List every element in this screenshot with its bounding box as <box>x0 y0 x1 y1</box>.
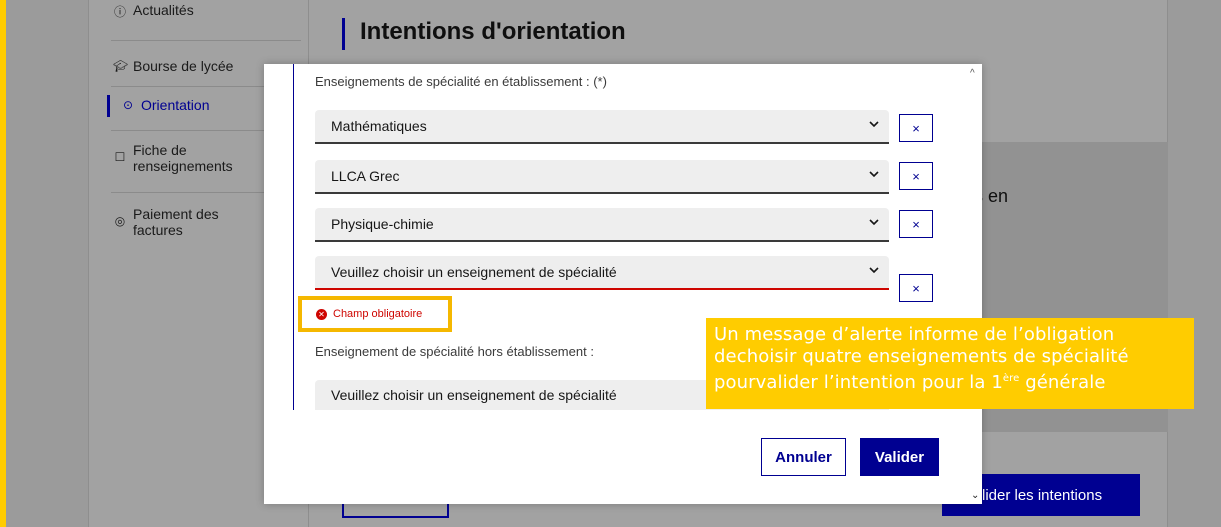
sidebar-item-label: Paiement des factures <box>133 206 219 238</box>
sidebar-item-label: Orientation <box>141 97 210 113</box>
chevron-down-icon <box>869 121 879 128</box>
error-message: ✕ Champ obligatoire <box>298 296 452 332</box>
select-value: Mathématiques <box>331 118 427 134</box>
outside-school-label: Enseignement de spécialité hors établiss… <box>315 344 594 359</box>
form-icon: ☐ <box>114 150 126 164</box>
coin-icon: ◎ <box>114 214 126 228</box>
button-label: lider les intentions <box>982 486 1103 504</box>
cancel-button[interactable]: Annuler <box>761 438 846 476</box>
specialty-select-2[interactable]: LLCA Grec <box>315 160 889 194</box>
select-value: Physique-chimie <box>331 216 434 232</box>
sidebar-item-orientation[interactable]: ⊙ Orientation <box>121 97 210 113</box>
select-value: Veuillez choisir un enseignement de spéc… <box>331 387 617 403</box>
label-line: Paiement des <box>133 206 219 222</box>
annotation-text: générale <box>1019 372 1106 393</box>
divider <box>111 40 301 41</box>
info-icon: ⓘ <box>113 5 126 19</box>
annotation-sup: ère <box>1002 373 1020 384</box>
annotation-text: pourvalider l’intention pour la 1 <box>714 372 1003 393</box>
chevron-down-icon <box>869 171 879 178</box>
compass-icon: ⊙ <box>122 98 134 112</box>
select-value: Veuillez choisir un enseignement de spéc… <box>331 264 617 280</box>
specialty-select-4[interactable]: Veuillez choisir un enseignement de spéc… <box>315 256 889 290</box>
title-accent <box>342 18 345 50</box>
active-indicator <box>107 95 110 117</box>
error-icon: ✕ <box>316 308 327 320</box>
in-school-label: Enseignements de spécialité en établisse… <box>315 74 607 89</box>
annotation-line: dechoisir quatre enseignements de spécia… <box>714 346 1129 367</box>
label-line: renseignements <box>133 158 233 174</box>
graduation-icon: 🎓︎ <box>113 59 129 73</box>
sidebar-item-actualites[interactable]: ⓘ Actualités <box>113 2 194 20</box>
remove-specialty-button[interactable]: × <box>899 114 933 142</box>
remove-specialty-button[interactable]: × <box>899 274 933 302</box>
page-title: Intentions d'orientation <box>360 18 626 45</box>
annotation-line: pourvalider l’intention pour la 1ère gén… <box>714 368 1186 394</box>
validate-button[interactable]: Valider <box>860 438 939 476</box>
specialty-select-1[interactable]: Mathématiques <box>315 110 889 144</box>
remove-specialty-button[interactable]: × <box>899 210 933 238</box>
select-value: LLCA Grec <box>331 168 400 184</box>
scroll-up-icon[interactable]: ^ <box>970 68 975 79</box>
sidebar-item-label: Fiche de renseignements <box>133 142 233 174</box>
modal-divider <box>293 64 294 410</box>
annotation-line: Un message d’alerte informe de l’obligat… <box>714 324 1115 345</box>
error-text: Champ obligatoire <box>333 308 423 320</box>
chevron-down-icon <box>869 219 879 226</box>
remove-specialty-button[interactable]: × <box>899 162 933 190</box>
sidebar-item-paiement[interactable]: ◎ Paiement des factures <box>113 206 219 238</box>
chevron-down-icon <box>869 267 879 274</box>
sidebar-item-fiche[interactable]: ☐ Fiche de renseignements <box>113 142 233 174</box>
label-line: Fiche de <box>133 142 187 158</box>
specialty-modal: ^ Enseignements de spécialité en établis… <box>264 64 982 504</box>
chevron-down-icon: ⌄ <box>971 490 980 501</box>
sidebar-item-label: Actualités <box>133 2 194 18</box>
sidebar-item-label: Bourse de lycée <box>133 58 234 74</box>
label-line: factures <box>133 222 183 238</box>
annotation-callout: Un message d’alerte informe de l’obligat… <box>706 318 1194 409</box>
sidebar-item-bourse[interactable]: 🎓︎ Bourse de lycée <box>113 58 233 74</box>
specialty-select-3[interactable]: Physique-chimie <box>315 208 889 242</box>
